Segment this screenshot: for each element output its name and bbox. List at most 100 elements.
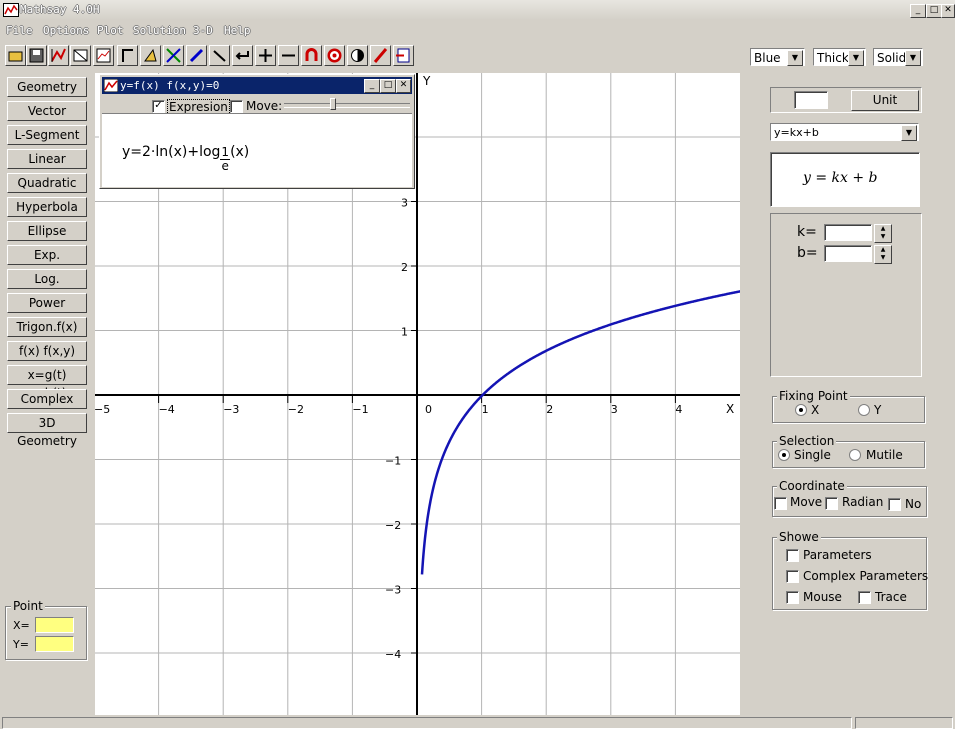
coordinate-move-checkbox[interactable]	[774, 497, 787, 510]
coordinate-no-checkbox[interactable]	[888, 498, 901, 511]
title-bar: Mathsay 4.0H _ □ ✕	[0, 0, 955, 20]
left-button-3d-geometry[interactable]: 3D Geometry	[7, 413, 87, 448]
point-x-field[interactable]	[35, 617, 74, 633]
param-b-spinner[interactable]: ▲ ▼	[874, 245, 892, 264]
maximize-icon[interactable]: □	[380, 79, 396, 93]
triangle-icon[interactable]	[140, 45, 161, 66]
param-k-input[interactable]	[824, 224, 872, 241]
expression-window-titlebar[interactable]: y=f(x) f(x,y)=0 _ □ ✕	[102, 77, 412, 94]
menu-options[interactable]: Options	[43, 24, 89, 37]
contrast-icon[interactable]	[347, 45, 368, 66]
expression-checkbox[interactable]: ✓	[152, 100, 165, 113]
left-button-linear[interactable]: Linear	[7, 149, 87, 169]
color-select[interactable]: Blue ▼	[750, 48, 805, 66]
menu-3d[interactable]: 3-D	[193, 24, 213, 37]
line-style-select[interactable]: Solid ▼	[873, 48, 923, 66]
left-button-ellipse[interactable]: Ellipse	[7, 221, 87, 241]
mouse-label: Mouse	[803, 590, 842, 604]
pen-icon[interactable]	[186, 45, 207, 66]
cross-icon[interactable]	[163, 45, 184, 66]
left-button-geometry[interactable]: Geometry	[7, 77, 87, 97]
arrow-left-icon[interactable]	[232, 45, 253, 66]
left-button-log[interactable]: Log.	[7, 269, 87, 289]
complex-parameters-checkbox[interactable]	[786, 570, 799, 583]
point-y-field[interactable]	[35, 636, 74, 652]
left-button-power[interactable]: Power	[7, 293, 87, 313]
x-tick-label: 2	[546, 403, 553, 416]
maximize-icon[interactable]: □	[926, 4, 942, 18]
selection-mutile-radio[interactable]	[849, 449, 861, 461]
move-slider-thumb[interactable]	[330, 98, 336, 110]
save-icon[interactable]	[26, 45, 47, 66]
menu-help[interactable]: Help	[224, 24, 251, 37]
corner-icon[interactable]	[117, 45, 138, 66]
coordinate-no-label: No	[905, 497, 922, 511]
param-b-input[interactable]	[824, 245, 872, 262]
line-style-select-value: Solid	[877, 51, 907, 65]
y-tick-label: −2	[385, 519, 401, 532]
target-icon[interactable]	[324, 45, 345, 66]
left-button-vector[interactable]: Vector	[7, 101, 87, 121]
pencil-icon[interactable]	[370, 45, 391, 66]
function-select[interactable]: y=kx+b ▼	[770, 123, 919, 141]
x-tick-label: 1	[482, 403, 489, 416]
unit-button[interactable]: Unit	[851, 90, 919, 111]
trace-label: Trace	[875, 590, 907, 604]
y-tick-label: −3	[385, 584, 401, 597]
formula-base-bottom: e	[221, 159, 229, 173]
x-tick-label: 3	[611, 403, 618, 416]
coordinate-legend: Coordinate	[777, 479, 847, 493]
open-icon[interactable]	[5, 45, 26, 66]
x-tick-label: 4	[675, 403, 682, 416]
menu-file[interactable]: File	[6, 24, 33, 37]
param-k-spinner[interactable]: ▲ ▼	[874, 224, 892, 243]
fixing-point-legend: Fixing Point	[777, 389, 850, 403]
parameters-checkbox[interactable]	[786, 549, 799, 562]
plot-icon[interactable]	[48, 45, 69, 66]
exit-icon[interactable]	[393, 45, 414, 66]
mouse-checkbox[interactable]	[786, 591, 799, 604]
menu-plot[interactable]: Plot	[97, 24, 124, 37]
coordinate-radian-checkbox[interactable]	[825, 497, 838, 510]
left-button-hyperbola[interactable]: Hyperbola	[7, 197, 87, 217]
width-select[interactable]: Thick ▼	[813, 48, 866, 66]
y-tick-label: 3	[401, 197, 408, 210]
left-button-exp[interactable]: Exp.	[7, 245, 87, 265]
close-icon[interactable]: ✕	[396, 79, 411, 93]
plus-icon[interactable]	[255, 45, 276, 66]
move-checkbox[interactable]	[230, 100, 243, 113]
unit-input[interactable]	[794, 91, 828, 109]
left-button-quadratic[interactable]: Quadratic	[7, 173, 87, 193]
trace-checkbox[interactable]	[858, 591, 871, 604]
magnet-icon[interactable]	[301, 45, 322, 66]
point-y-label: Y=	[13, 638, 29, 651]
line-icon[interactable]	[209, 45, 230, 66]
y-tick-label: 1	[401, 326, 408, 339]
chevron-down-icon[interactable]: ▼	[901, 125, 917, 141]
fixing-x-radio[interactable]	[795, 404, 807, 416]
minimize-icon[interactable]: _	[910, 4, 926, 18]
width-select-value: Thick	[817, 51, 849, 65]
fixing-y-radio[interactable]	[858, 404, 870, 416]
expression-window-title: y=f(x) f(x,y)=0	[120, 79, 220, 92]
chevron-down-icon[interactable]: ▼	[787, 50, 803, 66]
image-icon[interactable]	[70, 45, 91, 66]
left-button-l-segment[interactable]: L-Segment	[7, 125, 87, 145]
selection-single-label: Single	[794, 448, 831, 462]
left-button-complex[interactable]: Complex	[7, 389, 87, 409]
selection-single-radio[interactable]	[778, 449, 790, 461]
left-button-trigon-f-x[interactable]: Trigon.f(x)	[7, 317, 87, 337]
chevron-down-icon[interactable]: ▼	[905, 50, 921, 66]
move-slider-track[interactable]	[284, 103, 410, 108]
close-icon[interactable]: ✕	[941, 4, 955, 18]
chart-icon[interactable]	[93, 45, 114, 66]
left-button-x-g-t-y-h-t[interactable]: x=g(t) y=h(t)	[7, 365, 87, 400]
minus-icon[interactable]	[278, 45, 299, 66]
left-button-f-x-f-x-y[interactable]: f(x) f(x,y)	[7, 341, 87, 361]
fixing-x-label: X	[811, 403, 820, 417]
plot-window-icon	[104, 79, 118, 92]
menu-solution[interactable]: Solution	[133, 24, 186, 37]
minimize-icon[interactable]: _	[364, 79, 380, 93]
chevron-down-icon[interactable]: ▼	[848, 50, 864, 66]
function-select-value: y=kx+b	[774, 126, 819, 139]
